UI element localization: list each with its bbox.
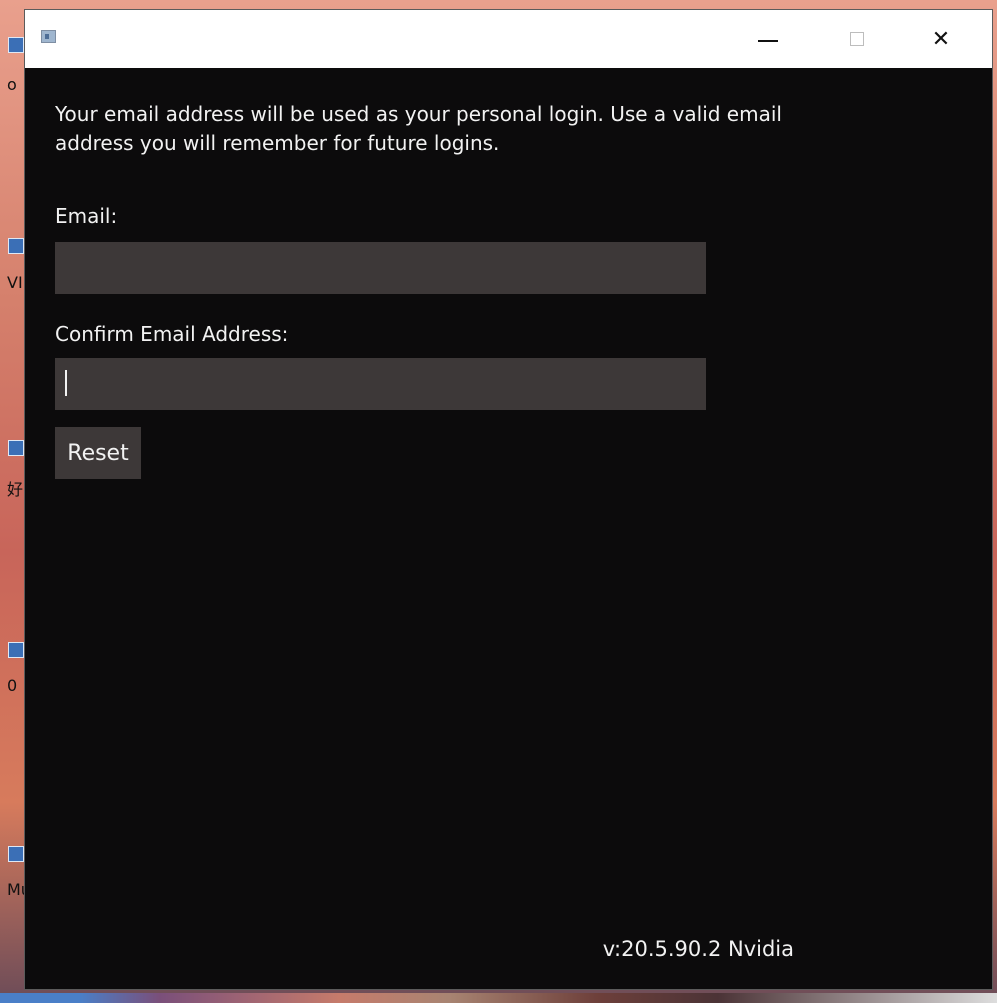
desktop-label: VI xyxy=(7,273,23,292)
taskbar-strip xyxy=(0,993,997,1003)
desktop-label: o xyxy=(7,75,17,94)
close-button[interactable]: ✕ xyxy=(898,10,984,68)
desktop-shortcut-icon[interactable] xyxy=(8,642,24,658)
intro-text: Your email address will be used as your … xyxy=(55,102,782,155)
reset-button[interactable]: Reset xyxy=(55,427,141,479)
confirm-email-label: Confirm Email Address: xyxy=(55,322,289,346)
login-form: Your email address will be used as your … xyxy=(55,100,962,479)
desktop-label: 好 xyxy=(7,480,24,499)
close-icon: ✕ xyxy=(931,26,951,52)
desktop-shortcut-icon[interactable] xyxy=(8,238,24,254)
email-field[interactable] xyxy=(55,242,706,294)
desktop-shortcut-icon[interactable] xyxy=(8,440,24,456)
maximize-button[interactable] xyxy=(814,10,900,68)
maximize-icon xyxy=(850,32,864,46)
minimize-button[interactable] xyxy=(725,10,811,68)
app-window-icon xyxy=(41,30,56,43)
text-cursor xyxy=(65,370,67,396)
desktop-shortcut-icon[interactable] xyxy=(8,37,24,53)
desktop-label: 0 xyxy=(7,676,18,695)
desktop-shortcut-icon[interactable] xyxy=(8,846,24,862)
confirm-email-field[interactable] xyxy=(55,358,706,410)
email-label: Email: xyxy=(55,204,118,228)
title-bar[interactable]: ✕ xyxy=(25,10,992,68)
minimize-icon xyxy=(758,40,778,42)
version-label: v:20.5.90.2 Nvidia xyxy=(602,937,794,961)
app-window: ✕ Your email address will be used as you… xyxy=(24,9,993,990)
